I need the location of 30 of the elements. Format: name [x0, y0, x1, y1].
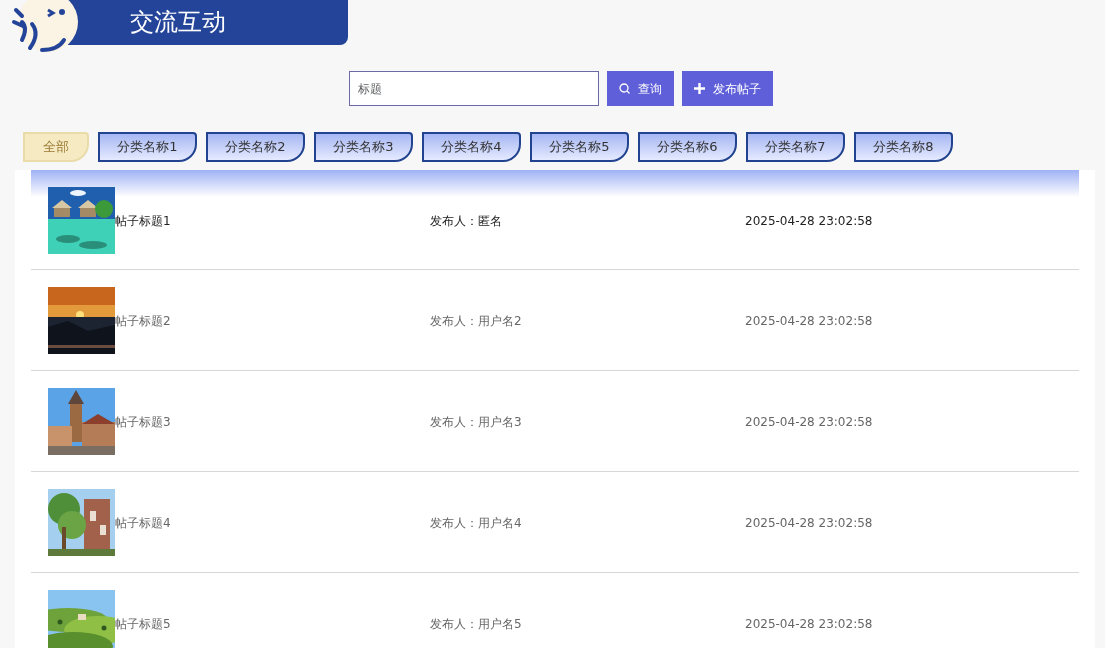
post-time: 2025-04-28 23:02:58: [745, 514, 873, 532]
post-title[interactable]: 帖子标题4: [115, 513, 430, 532]
post-time: 2025-04-28 23:02:58: [745, 615, 873, 633]
category-tab[interactable]: 分类名称6: [638, 132, 737, 162]
search-icon: [619, 83, 630, 94]
post-title[interactable]: 帖子标题5: [115, 614, 430, 633]
post-title[interactable]: 帖子标题2: [115, 311, 430, 330]
post-title[interactable]: 帖子标题1: [115, 211, 430, 230]
category-tab[interactable]: 分类名称4: [422, 132, 521, 162]
post-time: 2025-04-28 23:02:58: [745, 212, 873, 230]
plus-icon: [694, 83, 705, 94]
search-button[interactable]: 查询: [607, 71, 674, 106]
post-button[interactable]: 发布帖子: [682, 71, 773, 106]
category-tab[interactable]: 分类名称5: [530, 132, 629, 162]
category-tab[interactable]: 全部: [23, 132, 89, 162]
post-author: 发布人：用户名4: [430, 514, 523, 532]
post-time: 2025-04-28 23:02:58: [745, 312, 873, 330]
category-tab[interactable]: 分类名称3: [314, 132, 413, 162]
post-author: 发布人：用户名5: [430, 615, 523, 633]
category-tab[interactable]: 分类名称7: [746, 132, 845, 162]
search-field[interactable]: 标题: [349, 71, 599, 106]
category-tab[interactable]: 分类名称2: [206, 132, 305, 162]
post-author: 发布人：用户名3: [430, 413, 523, 431]
post-author: 发布人：匿名: [430, 212, 503, 230]
post-time: 2025-04-28 23:02:58: [745, 413, 873, 431]
post-author: 发布人：用户名2: [430, 312, 523, 330]
category-tab[interactable]: 分类名称1: [98, 132, 197, 162]
post-title[interactable]: 帖子标题3: [115, 412, 430, 431]
category-tab[interactable]: 分类名称8: [854, 132, 953, 162]
page-title: 交流互动: [68, 0, 348, 45]
